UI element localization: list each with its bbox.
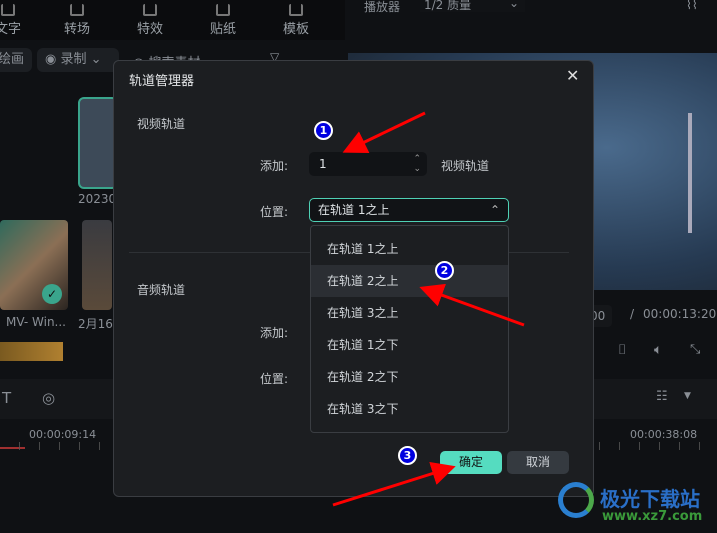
- arrow-1: [342, 111, 426, 154]
- arrow-2: [419, 283, 525, 327]
- watermark-url: www.xz7.com: [602, 509, 703, 524]
- watermark-logo-icon: [558, 482, 594, 518]
- annotation-arrows: [332, 111, 525, 507]
- watermark-name: 极光下载站: [600, 487, 700, 511]
- arrow-3: [332, 461, 456, 507]
